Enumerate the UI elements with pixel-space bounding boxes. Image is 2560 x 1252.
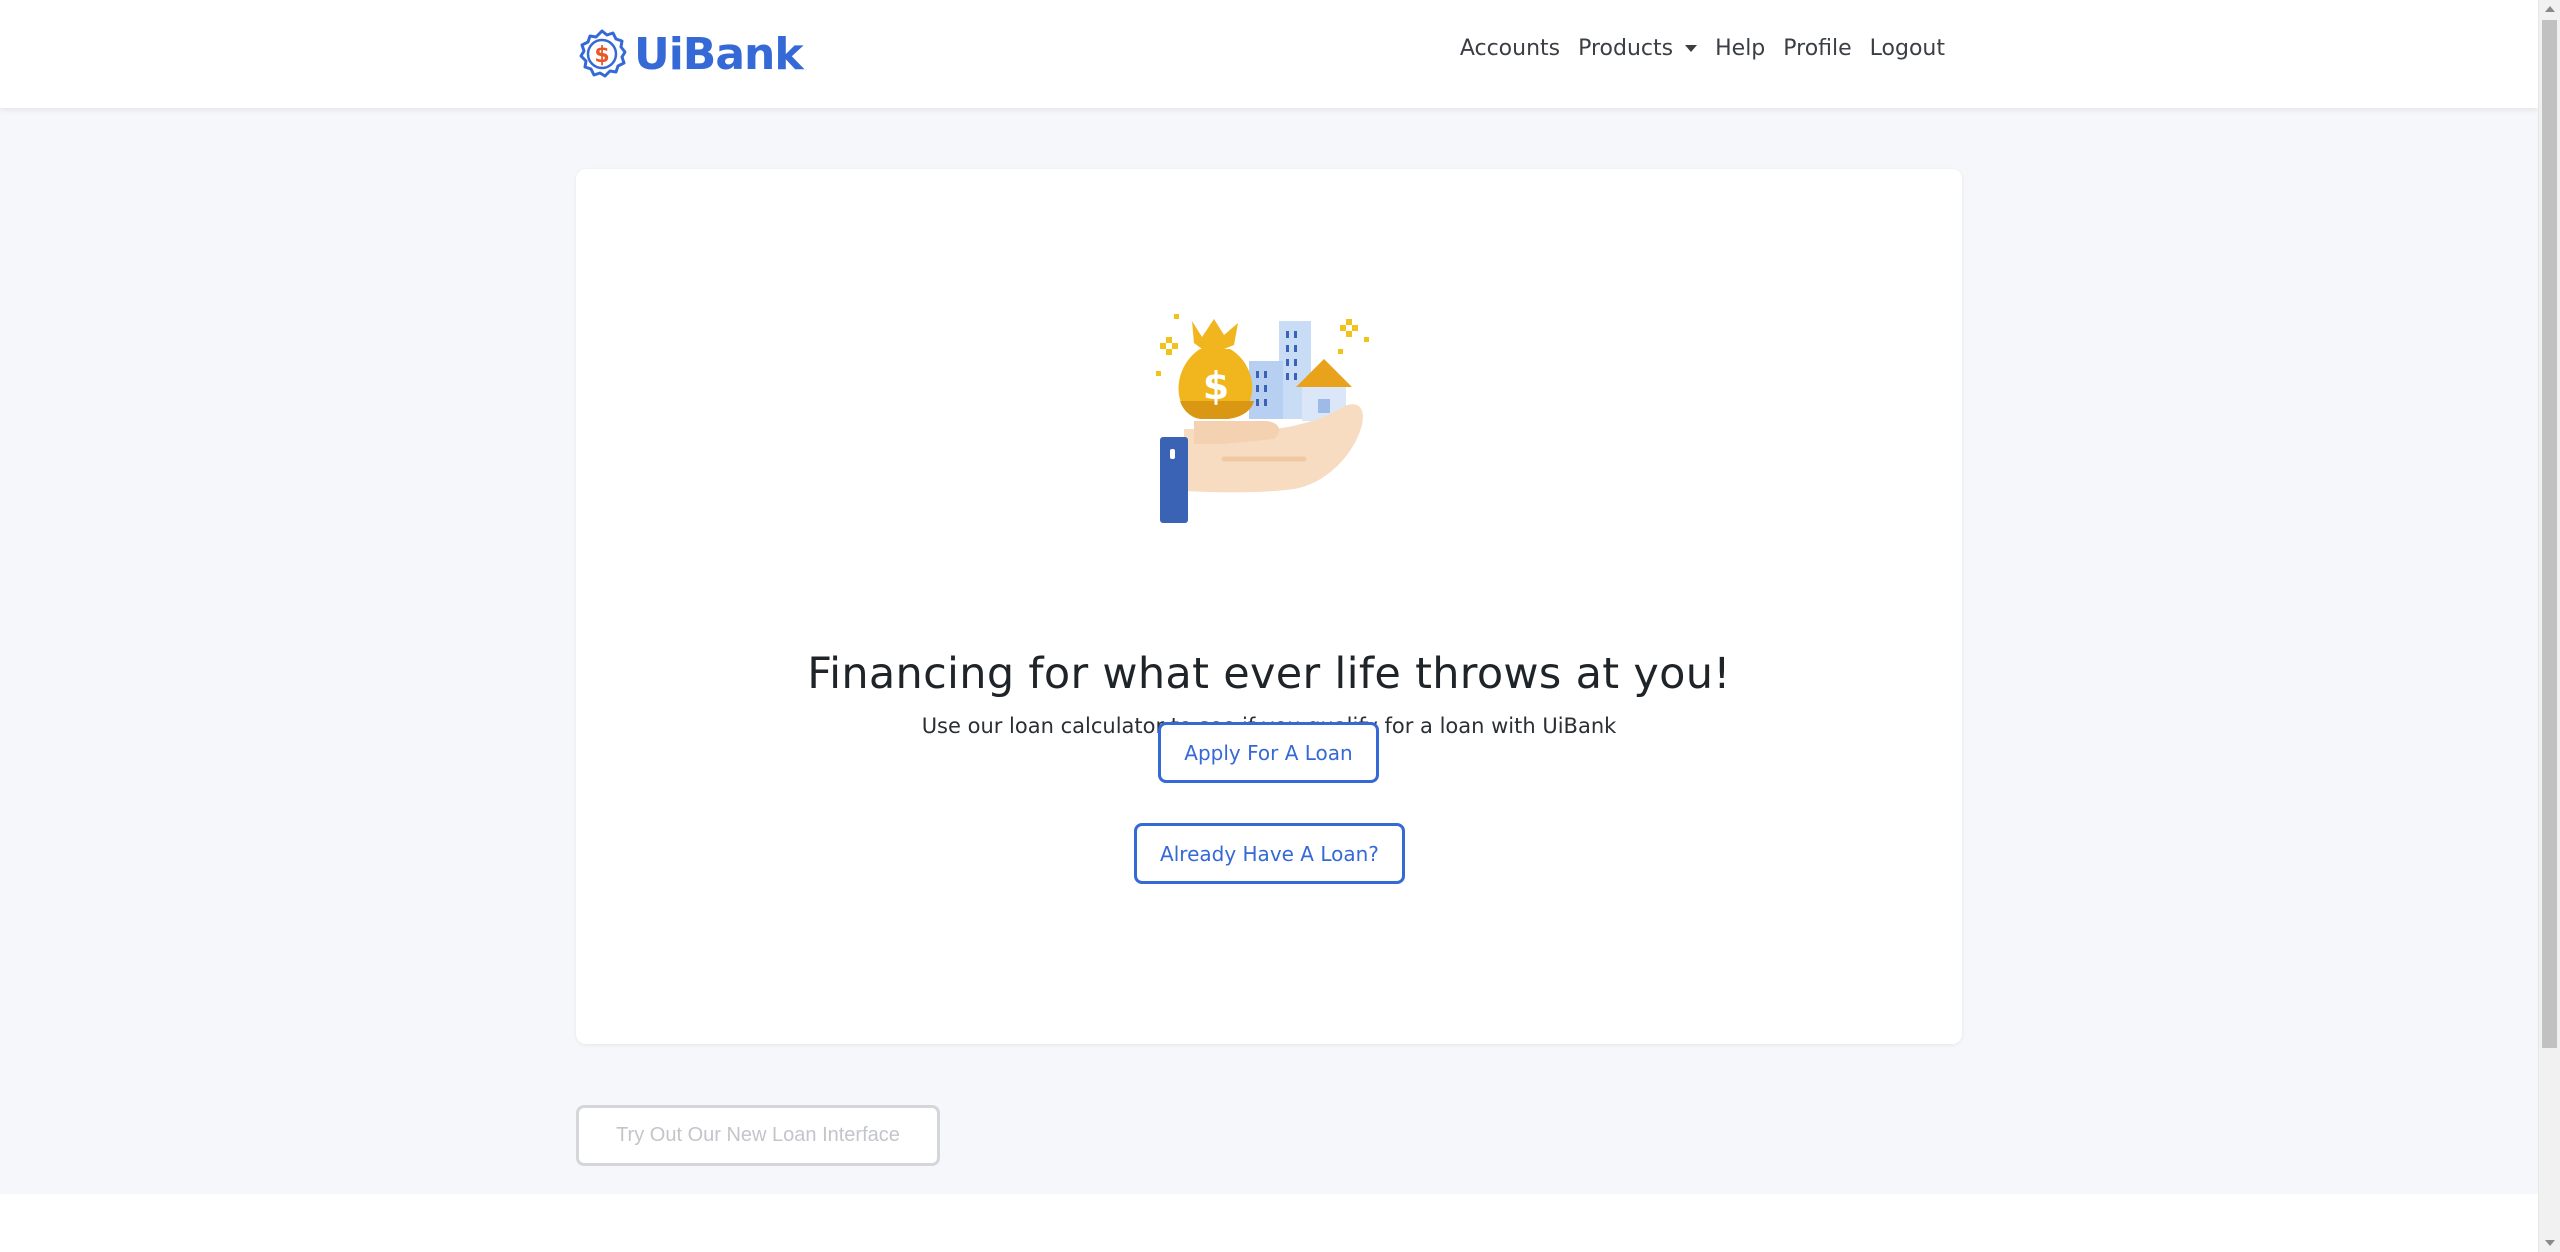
already-have-loan-button[interactable]: Already Have A Loan? xyxy=(1134,823,1405,884)
hand-holding-money-bag-and-buildings-icon: $ xyxy=(1156,314,1369,523)
scroll-up-arrow-icon[interactable] xyxy=(2545,6,2555,12)
svg-text:$: $ xyxy=(1203,364,1229,408)
svg-text:$: $ xyxy=(594,43,609,68)
try-new-loan-interface-button[interactable]: Try Out Our New Loan Interface xyxy=(576,1105,940,1166)
main-content: $ Financing for what ever life throws at… xyxy=(0,108,2538,1194)
scrollbar-thumb[interactable] xyxy=(2542,20,2557,1048)
page-title: Financing for what ever life throws at y… xyxy=(807,649,1731,699)
dollar-badge-icon: $ xyxy=(579,29,627,78)
nav-logout-link[interactable]: Logout xyxy=(1861,36,1954,61)
nav-accounts-link[interactable]: Accounts xyxy=(1451,36,1569,61)
nav-products-label: Products xyxy=(1578,36,1674,61)
nav-profile-link[interactable]: Profile xyxy=(1774,36,1860,61)
scroll-down-arrow-icon[interactable] xyxy=(2545,1240,2555,1246)
apply-for-loan-button[interactable]: Apply For A Loan xyxy=(1158,722,1379,783)
nav-help-link[interactable]: Help xyxy=(1706,36,1774,61)
caret-down-icon xyxy=(1685,45,1698,52)
nav-menu: Accounts Products Help Profile Logout xyxy=(1451,36,1954,61)
footer-strip xyxy=(0,1194,2538,1252)
brand-logo[interactable]: $ UiBank xyxy=(576,26,804,82)
top-navbar: $ UiBank Accounts Products Help Profile … xyxy=(0,0,2538,108)
nav-products-dropdown[interactable]: Products xyxy=(1569,36,1706,61)
loan-card: $ Financing for what ever life throws at… xyxy=(576,169,1962,1044)
brand-name: UiBank xyxy=(634,28,804,80)
vertical-scrollbar[interactable] xyxy=(2538,0,2560,1252)
page: $ UiBank Accounts Products Help Profile … xyxy=(0,0,2538,1252)
